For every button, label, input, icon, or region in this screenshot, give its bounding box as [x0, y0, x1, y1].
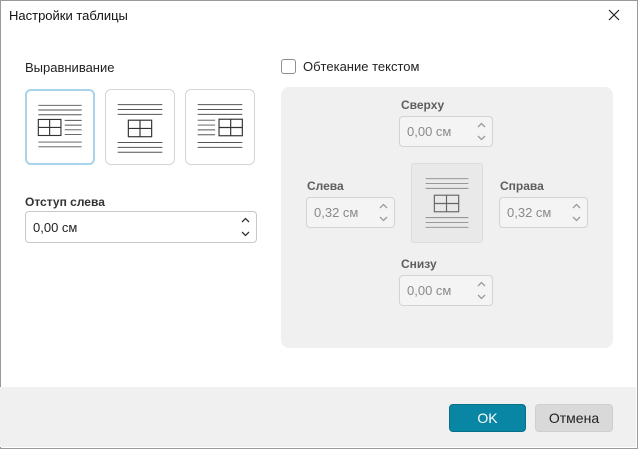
- wrap-right-input[interactable]: [500, 198, 573, 227]
- cancel-button[interactable]: Отмена: [535, 404, 613, 432]
- align-left-icon: [37, 104, 82, 148]
- wrap-bottom-input[interactable]: [400, 276, 477, 305]
- wrap-left-label: Слева: [307, 179, 344, 193]
- wrap-text-checkbox[interactable]: [281, 59, 296, 74]
- chevron-down-icon: [572, 216, 581, 222]
- wrap-bottom-stepper[interactable]: [399, 275, 493, 306]
- wrap-bottom-label: Снизу: [401, 257, 437, 271]
- wrap-left-stepper[interactable]: [306, 197, 395, 228]
- wrap-top-input[interactable]: [400, 117, 477, 146]
- chevron-up-icon: [477, 122, 486, 128]
- ok-button[interactable]: OK: [449, 404, 526, 432]
- wrap-top-stepper[interactable]: [399, 116, 493, 147]
- table-wrap-preview-icon: [425, 178, 469, 228]
- chevron-up-icon: [241, 217, 250, 223]
- align-left-option[interactable]: [25, 89, 95, 165]
- indent-stepper[interactable]: [25, 211, 257, 243]
- wrap-left-stepper-arrows[interactable]: [378, 201, 390, 224]
- chevron-down-icon: [241, 231, 250, 237]
- wrap-text-label: Обтекание текстом: [303, 59, 420, 74]
- close-icon: [608, 9, 620, 21]
- close-button[interactable]: [600, 3, 628, 27]
- alignment-label: Выравнивание: [25, 60, 115, 75]
- dialog-title: Настройки таблицы: [9, 8, 128, 23]
- chevron-up-icon: [572, 203, 581, 209]
- align-center-icon: [117, 104, 163, 153]
- chevron-down-icon: [477, 294, 486, 300]
- indent-input[interactable]: [26, 212, 233, 242]
- wrap-left-input[interactable]: [307, 198, 380, 227]
- wrap-top-stepper-arrows[interactable]: [476, 120, 488, 143]
- chevron-up-icon: [477, 281, 486, 287]
- chevron-up-icon: [379, 203, 388, 209]
- indent-stepper-arrows[interactable]: [240, 215, 252, 239]
- wrap-top-label: Сверху: [401, 98, 445, 112]
- align-right-option[interactable]: [185, 89, 255, 165]
- align-center-option[interactable]: [105, 89, 175, 165]
- indent-label: Отступ слева: [25, 195, 105, 209]
- wrap-right-stepper-arrows[interactable]: [571, 201, 583, 224]
- chevron-down-icon: [379, 216, 388, 222]
- wrap-preview: [411, 163, 483, 243]
- wrap-right-stepper[interactable]: [499, 197, 588, 228]
- wrap-right-label: Справа: [500, 179, 544, 193]
- wrap-bottom-stepper-arrows[interactable]: [476, 279, 488, 302]
- align-right-icon: [197, 104, 243, 148]
- chevron-down-icon: [477, 135, 486, 141]
